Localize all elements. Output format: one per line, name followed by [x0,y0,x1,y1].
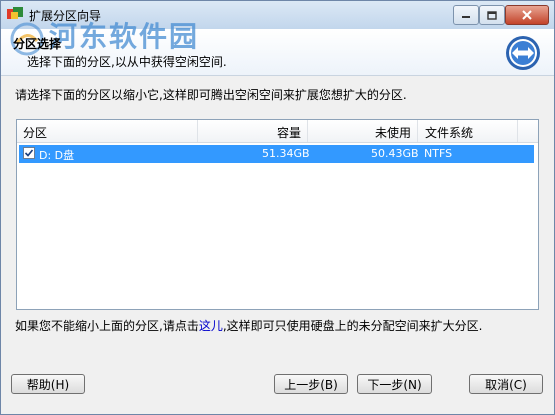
partition-filesystem: NTFS [424,147,453,160]
list-header: 分区 容量 未使用 文件系统 [17,120,538,143]
back-button[interactable]: 上一步(B) [274,374,348,394]
resize-arrows-icon [506,36,540,70]
column-divider[interactable] [307,120,308,142]
here-link[interactable]: 这儿 [199,319,223,333]
instruction-text: 请选择下面的分区以缩小它,这样即可腾出空闲空间来扩展您想扩大的分区. [15,88,407,102]
wizard-header: 河东软件园 分区选择 选择下面的分区,以从中获得空闲空间. [1,20,554,76]
page-title: 分区选择 [13,37,62,51]
column-divider[interactable] [517,120,518,142]
minimize-icon [462,16,470,18]
partition-unused: 50.43GB [371,147,419,160]
column-divider[interactable] [197,120,198,142]
column-capacity[interactable]: 容量 [277,124,301,141]
hint-text-before: 如果您不能缩小上面的分区,请点击 [15,319,199,333]
next-button[interactable]: 下一步(N) [357,374,432,394]
column-unused[interactable]: 未使用 [375,124,411,141]
unallocated-hint: 如果您不能缩小上面的分区,请点击这儿,这样即可只使用硬盘上的未分配空间来扩大分区… [15,317,482,334]
app-icon [7,7,23,19]
help-button[interactable]: 帮助(H) [11,374,85,394]
partition-list[interactable]: 分区 容量 未使用 文件系统 D: D盘 51.34GB 50.43GB NTF… [16,119,539,310]
partition-capacity: 51.34GB [262,147,310,160]
column-partition[interactable]: 分区 [23,124,47,141]
watermark-text: 河东软件园 [49,20,200,53]
partition-name: D: D盘 [39,149,75,162]
table-row[interactable]: D: D盘 51.34GB 50.43GB NTFS [19,145,534,163]
page-subtitle: 选择下面的分区,以从中获得空闲空间. [27,55,227,69]
minimize-button[interactable] [453,5,479,25]
checkmark-icon [24,149,34,157]
close-button[interactable] [505,5,549,25]
close-icon [522,10,532,20]
column-filesystem[interactable]: 文件系统 [425,124,473,141]
hint-text-after: ,这样即可只使用硬盘上的未分配空间来扩大分区. [222,319,483,333]
cancel-button[interactable]: 取消(C) [469,374,543,394]
maximize-icon [487,10,497,20]
maximize-button[interactable] [479,5,505,25]
wizard-window: 扩展分区向导 河东软件园 分区选择 选择下面的分区,以从中获得空闲空间. 请选择… [0,0,555,415]
partition-checkbox[interactable] [23,147,35,159]
column-divider[interactable] [417,120,418,142]
